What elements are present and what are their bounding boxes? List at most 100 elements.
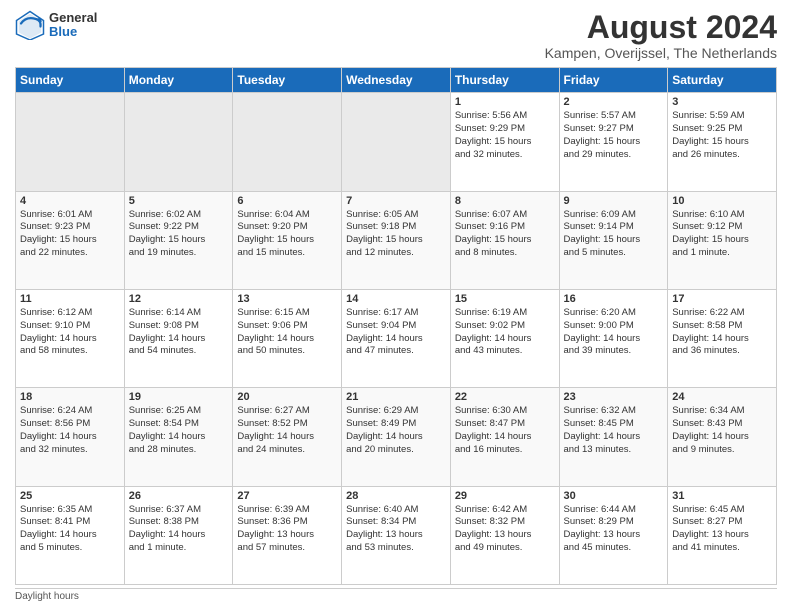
calendar-cell: 20 Sunrise: 6:27 AM Sunset: 8:52 PM Dayli… [233,388,342,486]
day-number: 21 [346,391,446,403]
day-number: 26 [129,490,229,502]
day-number: 24 [672,391,772,403]
calendar-cell: 14Sunrise: 6:17 AM Sunset: 9:04 PM Dayli… [342,289,451,387]
col-header-friday: Friday [559,68,668,93]
calendar-cell [124,93,233,191]
day-info: Sunrise: 6:29 AM Sunset: 8:49 PM Dayligh… [346,405,446,456]
calendar-cell: 9Sunrise: 6:09 AM Sunset: 9:14 PM Daylig… [559,191,668,289]
day-info: Sunrise: 6:39 AM Sunset: 8:36 PM Dayligh… [237,504,337,555]
calendar-cell: 26Sunrise: 6:37 AM Sunset: 8:38 PM Dayli… [124,486,233,584]
footer-text: Daylight hours [15,591,79,602]
day-info: Sunrise: 6:32 AM Sunset: 8:45 PM Dayligh… [564,405,664,456]
calendar-cell: 19 Sunrise: 6:25 AM Sunset: 8:54 PM Dayli… [124,388,233,486]
day-number: 7 [346,195,446,207]
logo: General Blue [15,10,97,40]
day-number: 28 [346,490,446,502]
col-header-tuesday: Tuesday [233,68,342,93]
day-info: Sunrise: 6:45 AM Sunset: 8:27 PM Dayligh… [672,504,772,555]
calendar-cell: 10 Sunrise: 6:10 AM Sunset: 9:12 PM Dayli… [668,191,777,289]
calendar-cell [16,93,125,191]
day-info: Sunrise: 6:22 AM Sunset: 8:58 PM Dayligh… [672,307,772,358]
day-number: 5 [129,195,229,207]
calendar-cell: 12 Sunrise: 6:14 AM Sunset: 9:08 PM Dayli… [124,289,233,387]
day-info: Sunrise: 6:09 AM Sunset: 9:14 PM Dayligh… [564,209,664,260]
subtitle: Kampen, Overijssel, The Netherlands [545,45,777,61]
day-info: Sunrise: 6:19 AM Sunset: 9:02 PM Dayligh… [455,307,555,358]
calendar-cell: 30Sunrise: 6:44 AM Sunset: 8:29 PM Dayli… [559,486,668,584]
calendar-cell: 27 Sunrise: 6:39 AM Sunset: 8:36 PM Dayli… [233,486,342,584]
calendar-cell: 21 Sunrise: 6:29 AM Sunset: 8:49 PM Dayli… [342,388,451,486]
day-info: Sunrise: 6:30 AM Sunset: 8:47 PM Dayligh… [455,405,555,456]
calendar-cell: 13 Sunrise: 6:15 AM Sunset: 9:06 PM Dayli… [233,289,342,387]
calendar-cell: 16 Sunrise: 6:20 AM Sunset: 9:00 PM Dayli… [559,289,668,387]
calendar-cell: 23Sunrise: 6:32 AM Sunset: 8:45 PM Dayli… [559,388,668,486]
col-header-sunday: Sunday [16,68,125,93]
day-number: 18 [20,391,120,403]
day-info: Sunrise: 5:57 AM Sunset: 9:27 PM Dayligh… [564,110,664,161]
day-info: Sunrise: 6:25 AM Sunset: 8:54 PM Dayligh… [129,405,229,456]
day-number: 19 [129,391,229,403]
day-info: Sunrise: 6:12 AM Sunset: 9:10 PM Dayligh… [20,307,120,358]
day-number: 12 [129,293,229,305]
day-number: 13 [237,293,337,305]
calendar-week-row: 11 Sunrise: 6:12 AM Sunset: 9:10 PM Dayli… [16,289,777,387]
calendar-cell: 11 Sunrise: 6:12 AM Sunset: 9:10 PM Dayli… [16,289,125,387]
day-info: Sunrise: 6:35 AM Sunset: 8:41 PM Dayligh… [20,504,120,555]
calendar-cell: 4 Sunrise: 6:01 AM Sunset: 9:23 PM Daylig… [16,191,125,289]
logo-icon [15,10,45,40]
calendar-cell [233,93,342,191]
day-number: 30 [564,490,664,502]
day-info: Sunrise: 6:40 AM Sunset: 8:34 PM Dayligh… [346,504,446,555]
day-info: Sunrise: 6:04 AM Sunset: 9:20 PM Dayligh… [237,209,337,260]
day-info: Sunrise: 6:05 AM Sunset: 9:18 PM Dayligh… [346,209,446,260]
day-number: 1 [455,96,555,108]
day-number: 10 [672,195,772,207]
calendar-cell: 31 Sunrise: 6:45 AM Sunset: 8:27 PM Dayli… [668,486,777,584]
col-header-wednesday: Wednesday [342,68,451,93]
day-info: Sunrise: 6:24 AM Sunset: 8:56 PM Dayligh… [20,405,120,456]
day-info: Sunrise: 5:56 AM Sunset: 9:29 PM Dayligh… [455,110,555,161]
footer: Daylight hours [15,588,777,602]
calendar-cell: 22Sunrise: 6:30 AM Sunset: 8:47 PM Dayli… [450,388,559,486]
calendar-week-row: 1 Sunrise: 5:56 AM Sunset: 9:29 PM Daylig… [16,93,777,191]
calendar-week-row: 4 Sunrise: 6:01 AM Sunset: 9:23 PM Daylig… [16,191,777,289]
calendar-week-row: 18 Sunrise: 6:24 AM Sunset: 8:56 PM Dayli… [16,388,777,486]
calendar-cell: 3 Sunrise: 5:59 AM Sunset: 9:25 PM Daylig… [668,93,777,191]
calendar-cell: 6Sunrise: 6:04 AM Sunset: 9:20 PM Daylig… [233,191,342,289]
day-number: 8 [455,195,555,207]
calendar-cell: 1 Sunrise: 5:56 AM Sunset: 9:29 PM Daylig… [450,93,559,191]
calendar-cell: 5Sunrise: 6:02 AM Sunset: 9:22 PM Daylig… [124,191,233,289]
page: General Blue August 2024 Kampen, Overijs… [0,0,792,612]
day-info: Sunrise: 6:20 AM Sunset: 9:00 PM Dayligh… [564,307,664,358]
calendar-cell: 24 Sunrise: 6:34 AM Sunset: 8:43 PM Dayli… [668,388,777,486]
calendar-cell: 7 Sunrise: 6:05 AM Sunset: 9:18 PM Daylig… [342,191,451,289]
day-info: Sunrise: 6:34 AM Sunset: 8:43 PM Dayligh… [672,405,772,456]
calendar-header-row: SundayMondayTuesdayWednesdayThursdayFrid… [16,68,777,93]
day-number: 20 [237,391,337,403]
day-info: Sunrise: 6:10 AM Sunset: 9:12 PM Dayligh… [672,209,772,260]
calendar-week-row: 25Sunrise: 6:35 AM Sunset: 8:41 PM Dayli… [16,486,777,584]
main-title: August 2024 [545,10,777,45]
day-info: Sunrise: 6:15 AM Sunset: 9:06 PM Dayligh… [237,307,337,358]
day-info: Sunrise: 6:14 AM Sunset: 9:08 PM Dayligh… [129,307,229,358]
day-info: Sunrise: 6:42 AM Sunset: 8:32 PM Dayligh… [455,504,555,555]
calendar-cell: 15 Sunrise: 6:19 AM Sunset: 9:02 PM Dayli… [450,289,559,387]
day-info: Sunrise: 6:01 AM Sunset: 9:23 PM Dayligh… [20,209,120,260]
day-number: 3 [672,96,772,108]
logo-blue-text: Blue [49,25,97,39]
day-number: 27 [237,490,337,502]
day-number: 16 [564,293,664,305]
calendar-cell: 8 Sunrise: 6:07 AM Sunset: 9:16 PM Daylig… [450,191,559,289]
day-number: 31 [672,490,772,502]
calendar-cell: 25Sunrise: 6:35 AM Sunset: 8:41 PM Dayli… [16,486,125,584]
day-info: Sunrise: 6:27 AM Sunset: 8:52 PM Dayligh… [237,405,337,456]
calendar-cell: 17Sunrise: 6:22 AM Sunset: 8:58 PM Dayli… [668,289,777,387]
day-info: Sunrise: 5:59 AM Sunset: 9:25 PM Dayligh… [672,110,772,161]
calendar-table: SundayMondayTuesdayWednesdayThursdayFrid… [15,67,777,585]
day-info: Sunrise: 6:17 AM Sunset: 9:04 PM Dayligh… [346,307,446,358]
col-header-saturday: Saturday [668,68,777,93]
day-info: Sunrise: 6:07 AM Sunset: 9:16 PM Dayligh… [455,209,555,260]
day-number: 4 [20,195,120,207]
day-number: 11 [20,293,120,305]
day-number: 15 [455,293,555,305]
